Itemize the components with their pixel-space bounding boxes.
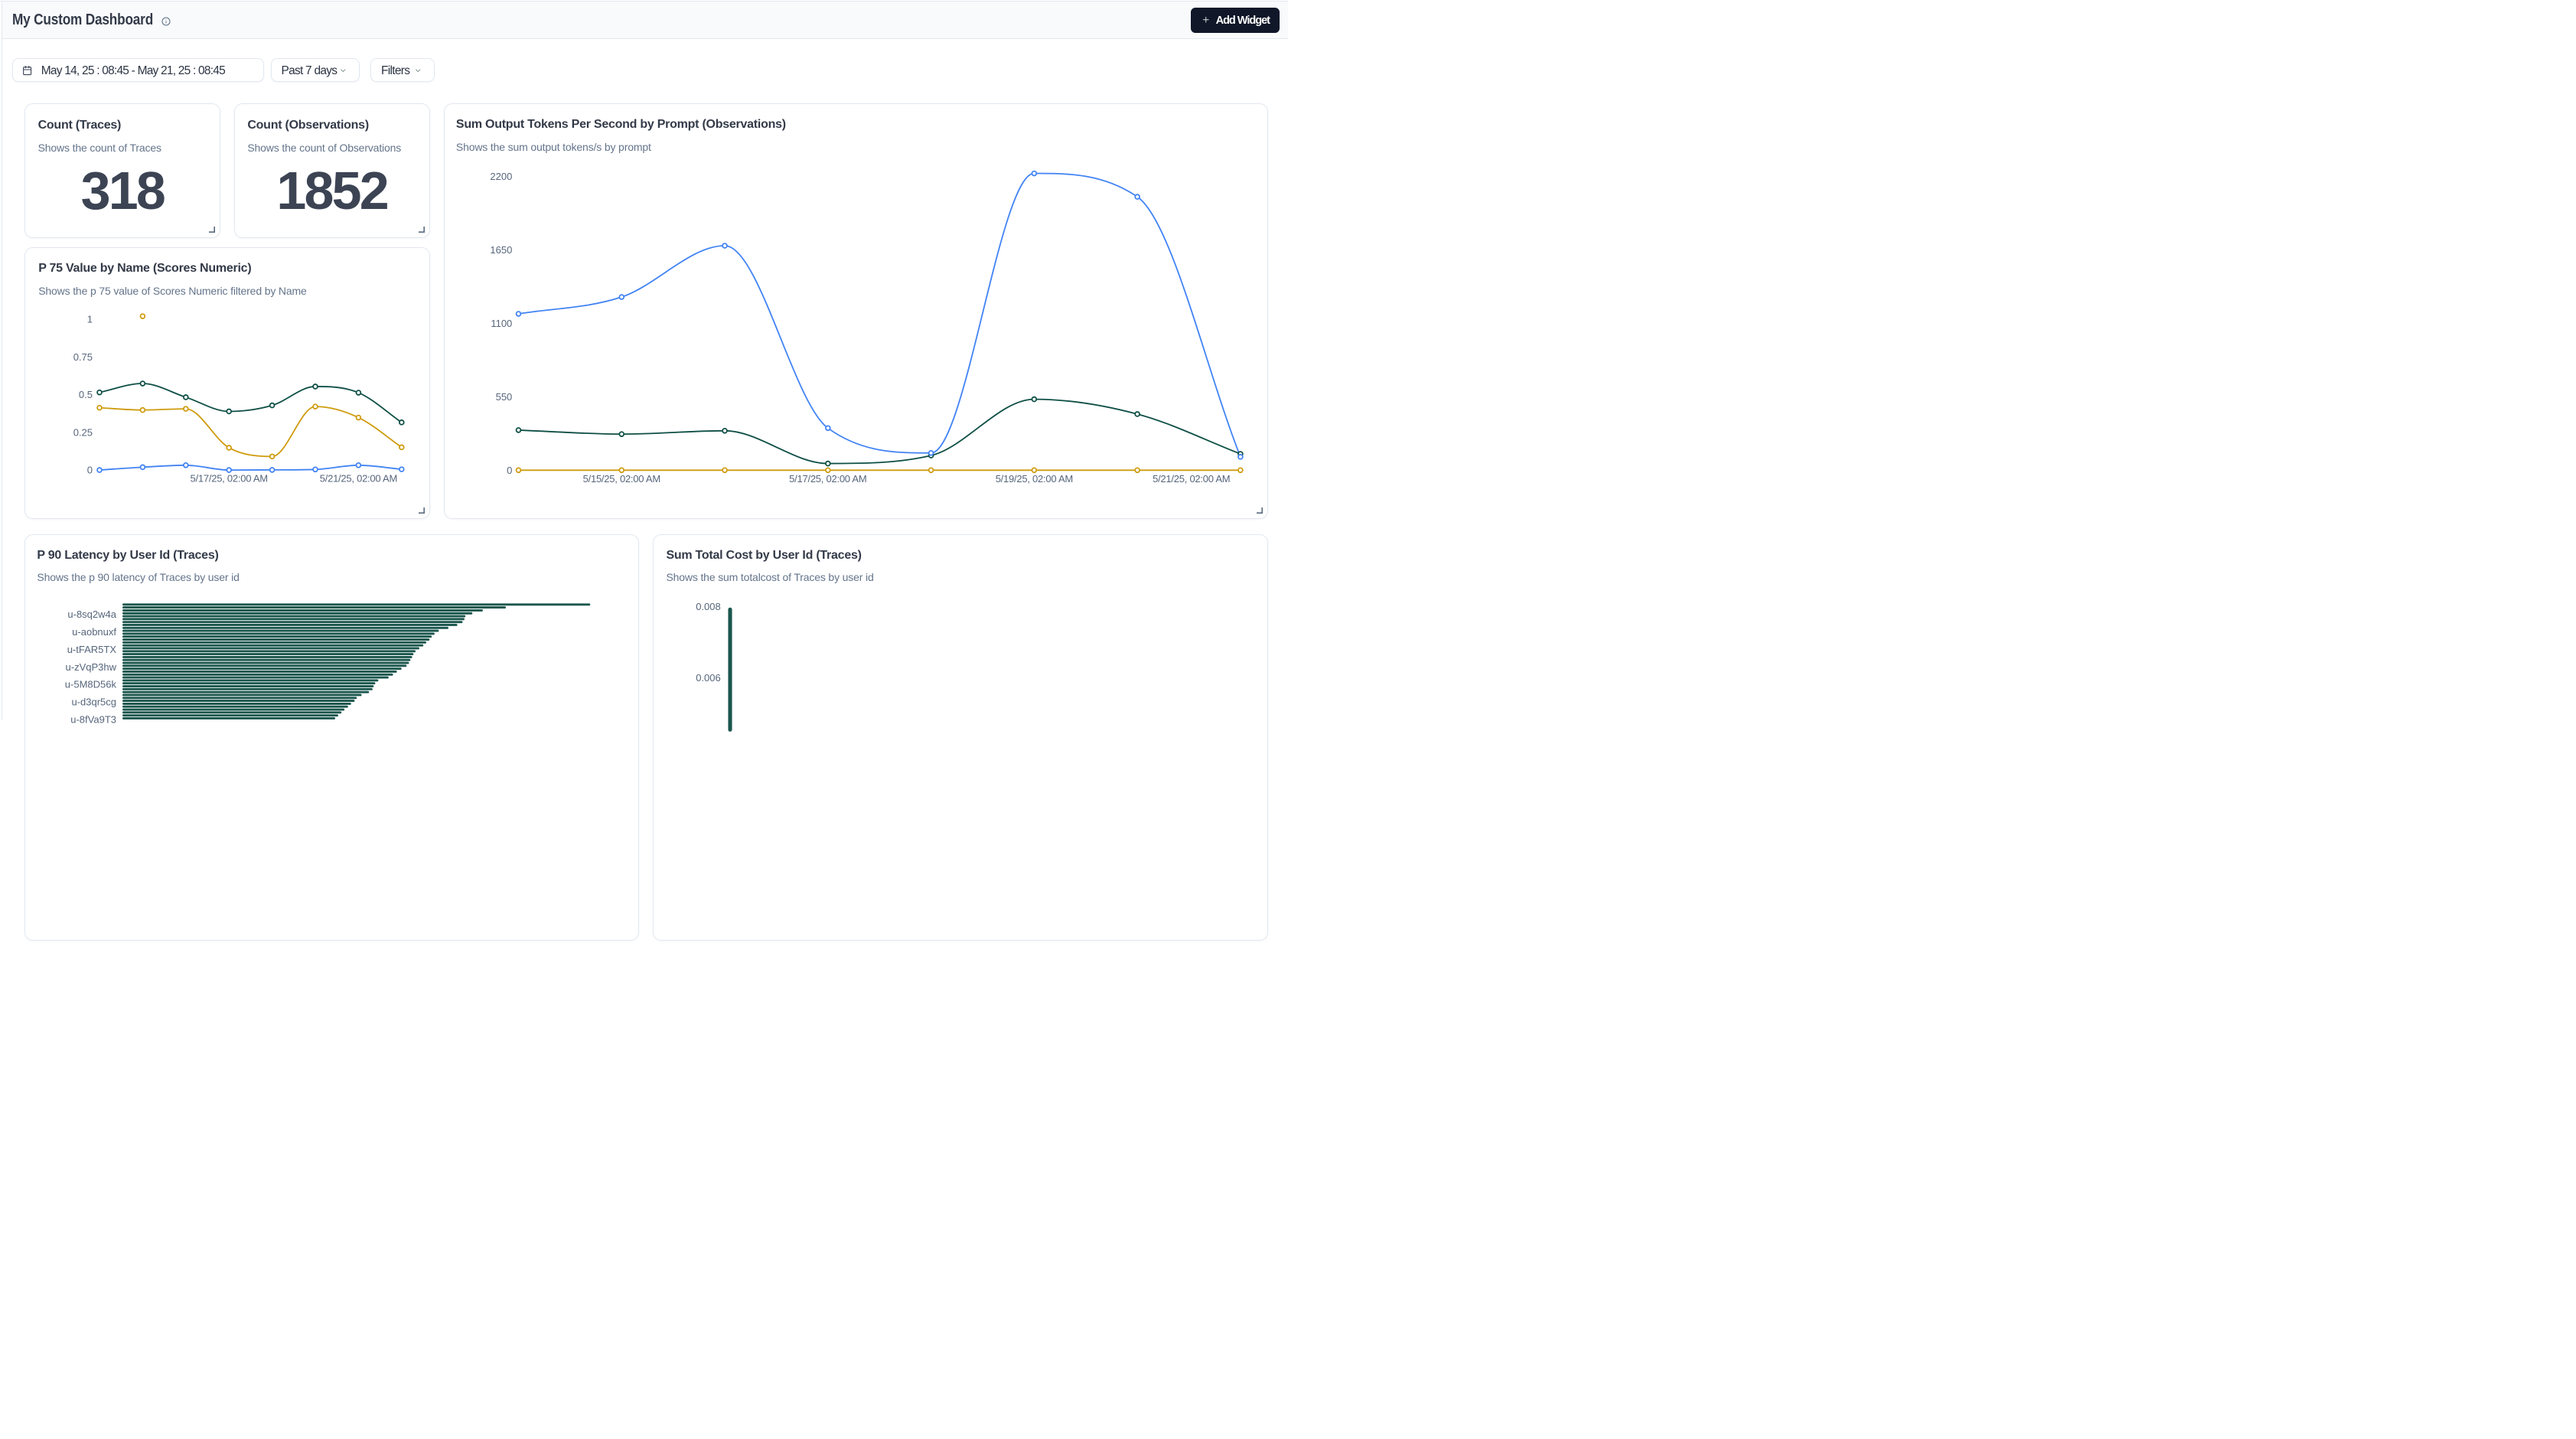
svg-text:u-aobnuxf: u-aobnuxf: [72, 626, 116, 638]
svg-text:u-zVqP3hw: u-zVqP3hw: [66, 661, 117, 672]
svg-text:1650: 1650: [490, 244, 512, 256]
svg-text:u-8fVa9T3: u-8fVa9T3: [70, 713, 116, 725]
svg-text:5/21/25, 02:00 AM: 5/21/25, 02:00 AM: [320, 473, 397, 485]
svg-text:0.5: 0.5: [79, 389, 93, 400]
svg-text:u-tFAR5TX: u-tFAR5TX: [67, 643, 117, 654]
svg-text:5/17/25, 02:00 AM: 5/17/25, 02:00 AM: [789, 473, 866, 485]
svg-text:5/19/25, 02:00 AM: 5/19/25, 02:00 AM: [995, 473, 1072, 485]
svg-text:0.75: 0.75: [73, 351, 93, 363]
svg-text:u-5M8D56k: u-5M8D56k: [65, 678, 117, 690]
svg-text:0.25: 0.25: [73, 426, 93, 438]
svg-text:u-8sq2w4a: u-8sq2w4a: [67, 609, 116, 620]
svg-text:1: 1: [87, 314, 93, 325]
svg-text:5/15/25, 02:00 AM: 5/15/25, 02:00 AM: [582, 473, 660, 485]
svg-text:2200: 2200: [490, 171, 512, 182]
svg-text:5/17/25, 02:00 AM: 5/17/25, 02:00 AM: [191, 473, 268, 485]
svg-text:550: 550: [495, 391, 512, 403]
svg-text:0: 0: [87, 465, 93, 476]
svg-text:0: 0: [507, 465, 512, 476]
svg-text:u-d3qr5cg: u-d3qr5cg: [71, 696, 116, 707]
svg-text:5/21/25, 02:00 AM: 5/21/25, 02:00 AM: [1153, 473, 1230, 485]
svg-text:1100: 1100: [491, 318, 512, 329]
svg-text:0.006: 0.006: [696, 671, 721, 683]
svg-text:0.008: 0.008: [696, 601, 721, 612]
